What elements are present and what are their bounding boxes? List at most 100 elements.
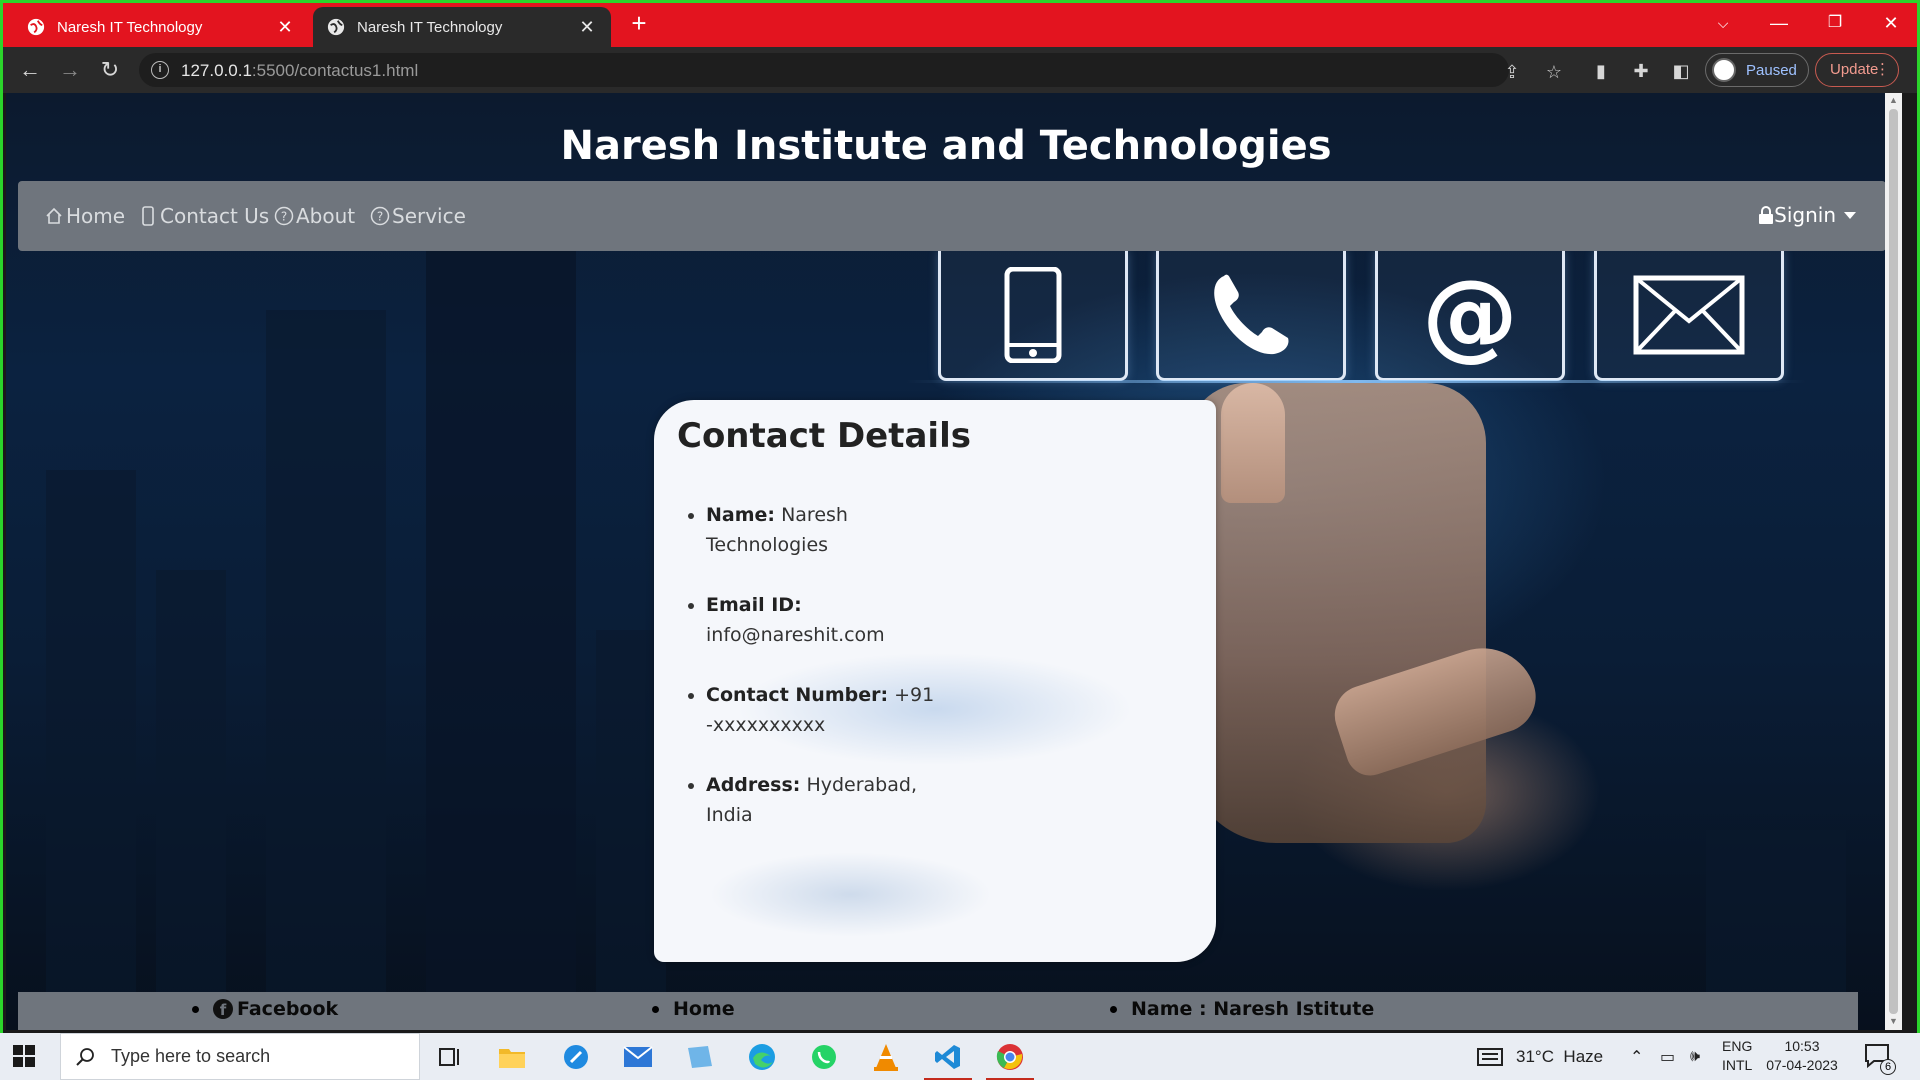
nav-about[interactable]: ? About — [274, 204, 355, 228]
background-building — [46, 470, 136, 1030]
telephone-icon — [1156, 251, 1346, 381]
minimize-button[interactable]: — — [1751, 3, 1807, 43]
footer-home-label: Home — [673, 998, 735, 1020]
globe-icon — [27, 18, 45, 36]
reload-button[interactable]: ↻ — [95, 55, 125, 85]
footer-name: Name : Naresh Istitute — [1110, 998, 1374, 1020]
page-scrollbar[interactable]: ▲ ▼ — [1885, 93, 1902, 1030]
nav-home-label: Home — [66, 204, 126, 228]
mobile-phone-icon — [938, 251, 1128, 381]
browser-window: Naresh IT Technology ✕ Naresh IT Technol… — [0, 0, 1920, 1080]
kebab-menu-icon[interactable]: ⋮ — [1875, 54, 1890, 86]
whatsapp-icon[interactable] — [804, 1039, 844, 1075]
vlc-icon[interactable] — [866, 1039, 906, 1075]
profile-button[interactable]: Paused — [1705, 53, 1809, 87]
signin-label: Signin — [1774, 203, 1836, 227]
volume-icon[interactable]: 🕪 — [1690, 1033, 1700, 1080]
time-text: 10:53 — [1784, 1038, 1820, 1054]
forward-button[interactable]: → — [55, 55, 85, 85]
at-sign-icon: @ — [1375, 251, 1565, 381]
footer-name-label: Name : Naresh Istitute — [1131, 998, 1375, 1020]
scroll-up-icon[interactable]: ▲ — [1885, 95, 1902, 109]
weather-widget[interactable]: 31°C Haze — [1476, 1033, 1603, 1080]
update-label: Update — [1830, 61, 1879, 78]
browser-toolbar: ← → ↻ i 127.0.0.1:5500/contactus1.html ⇪… — [3, 47, 1917, 93]
new-tab-button[interactable]: + — [625, 9, 653, 37]
update-button[interactable]: Update ⋮ — [1815, 53, 1899, 87]
close-icon[interactable]: ✕ — [275, 17, 295, 38]
windows-taskbar: Type here to search 31°C Haze ⌃ ▭ 🕪 ENG I… — [0, 1033, 1920, 1080]
bullet — [1110, 1005, 1117, 1013]
taskbar-search-input[interactable]: Type here to search — [60, 1033, 420, 1080]
show-hidden-icons-icon[interactable]: ⌃ — [1630, 1033, 1643, 1080]
svg-text:?: ? — [281, 210, 287, 224]
weather-text: 31°C Haze — [1516, 1046, 1604, 1066]
tab-1[interactable]: Naresh IT Technology ✕ — [13, 7, 309, 47]
footer-home-link[interactable]: Home — [652, 998, 735, 1020]
phone-label: Contact Number: — [706, 684, 889, 706]
finger-image — [1221, 383, 1285, 503]
facebook-icon: f — [213, 999, 233, 1019]
nav-contact-us[interactable]: Contact Us — [138, 204, 269, 228]
nav-service-label: Service — [392, 204, 466, 228]
language-indicator[interactable]: ENG INTL — [1722, 1037, 1752, 1075]
list-item: Name: Naresh Technologies — [706, 500, 936, 560]
name-label: Name: — [706, 504, 776, 526]
house-icon — [46, 207, 62, 224]
background-building — [266, 310, 386, 1030]
restore-button[interactable]: ❐ — [1807, 3, 1863, 43]
scrollbar-thumb[interactable] — [1889, 109, 1898, 1014]
phone-icon — [142, 206, 154, 226]
notification-count: 6 — [1880, 1059, 1896, 1075]
info-icon[interactable]: i — [151, 61, 169, 79]
list-item: Address: Hyderabad, India — [706, 770, 936, 830]
caret-down-icon — [1844, 211, 1856, 219]
back-button[interactable]: ← — [15, 55, 45, 85]
footer-facebook-link[interactable]: f Facebook — [192, 998, 338, 1020]
date-text: 07-04-2023 — [1766, 1057, 1838, 1073]
scroll-down-icon[interactable]: ▼ — [1885, 1016, 1902, 1030]
tab-title: Naresh IT Technology — [357, 18, 503, 36]
avatar — [1712, 58, 1736, 82]
clock[interactable]: 10:53 07-04-2023 — [1766, 1037, 1838, 1075]
file-explorer-icon[interactable] — [492, 1039, 532, 1075]
vscode-icon[interactable] — [924, 1039, 972, 1080]
tab-strip: Naresh IT Technology ✕ Naresh IT Technol… — [3, 3, 1917, 47]
url-text[interactable]: 127.0.0.1:5500/contactus1.html — [181, 61, 418, 81]
lock-icon — [1759, 206, 1774, 224]
nav-contact-label: Contact Us — [160, 204, 270, 228]
nav-home[interactable]: Home — [44, 204, 125, 228]
share-icon[interactable]: ⇪ — [1501, 61, 1523, 83]
haze-icon — [1477, 1047, 1503, 1066]
edge-browser-icon[interactable] — [742, 1039, 782, 1075]
nav-about-label: About — [296, 204, 356, 228]
facebook-label: Facebook — [237, 998, 339, 1020]
signin-dropdown[interactable]: Signin — [1758, 203, 1856, 227]
bullet — [652, 1005, 659, 1013]
chrome-icon[interactable] — [986, 1039, 1034, 1080]
address-bar[interactable]: i 127.0.0.1:5500/contactus1.html ⇪ ☆ — [139, 53, 1562, 87]
task-view-icon[interactable] — [430, 1039, 470, 1075]
side-panel-icon[interactable]: ◧ — [1669, 59, 1693, 83]
extension-doc-icon[interactable]: ▮ — [1589, 59, 1613, 83]
tab-2[interactable]: Naresh IT Technology ✕ — [313, 7, 611, 47]
battery-icon[interactable]: ▭ — [1660, 1033, 1675, 1080]
close-window-button[interactable]: ✕ — [1863, 3, 1917, 43]
contact-list: Name: Naresh Technologies Email ID: info… — [706, 500, 936, 860]
nav-service[interactable]: ? Service — [370, 204, 466, 228]
close-icon[interactable]: ✕ — [577, 17, 597, 38]
contact-details-card: Contact Details Name: Naresh Technologie… — [654, 400, 1216, 962]
bookmark-star-icon[interactable]: ☆ — [1543, 61, 1565, 83]
tab-title: Naresh IT Technology — [57, 18, 203, 36]
search-icon — [76, 1047, 94, 1066]
mail-icon[interactable] — [618, 1039, 658, 1075]
notification-center-icon[interactable]: 6 — [1864, 1043, 1896, 1075]
tab-search-icon[interactable]: ⌵ — [1695, 3, 1751, 43]
site-title: Naresh Institute and Technologies — [560, 123, 1332, 169]
card-heading: Contact Details — [677, 416, 971, 456]
pen-app-icon[interactable] — [556, 1039, 596, 1075]
svg-text:?: ? — [377, 210, 383, 224]
windows-start-icon[interactable] — [12, 1044, 36, 1068]
extensions-puzzle-icon[interactable]: ✚ — [1629, 59, 1653, 83]
notes-app-icon[interactable] — [680, 1039, 720, 1075]
